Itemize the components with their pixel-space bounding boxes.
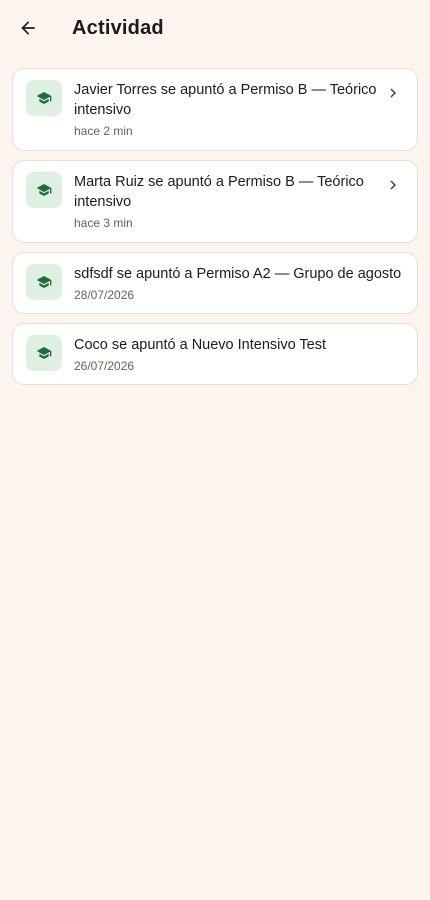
activity-text: Javier Torres se apuntó a Permiso B — Te… [74, 82, 377, 118]
graduation-cap-icon [36, 347, 52, 359]
activity-time: 26/07/2026 [74, 359, 135, 373]
activity-item-3[interactable]: sdfsdf se apuntó a Permiso A2 — Grupo de… [12, 252, 418, 314]
activity-text-block: Coco se apuntó a Nuevo Intensivo Test 26… [74, 335, 405, 374]
arrow-left-icon [21, 21, 35, 35]
activity-avatar [26, 80, 62, 116]
activity-item-4[interactable]: Coco se apuntó a Nuevo Intensivo Test 26… [12, 323, 418, 385]
activity-item-2[interactable]: Marta Ruiz se apuntó a Permiso B — Teóri… [12, 160, 418, 243]
activity-text: Coco se apuntó a Nuevo Intensivo Test [74, 337, 327, 353]
activity-time: 28/07/2026 [74, 288, 135, 302]
graduation-cap-icon [36, 276, 52, 288]
back-button[interactable] [14, 14, 42, 42]
chevron-right-icon [383, 83, 403, 103]
activity-time: hace 2 min [74, 124, 133, 138]
activity-text-block: Javier Torres se apuntó a Permiso B — Te… [74, 80, 381, 139]
activity-text-block: sdfsdf se apuntó a Permiso A2 — Grupo de… [74, 264, 405, 303]
page-title: Actividad [72, 17, 164, 39]
activity-text-block: Marta Ruiz se apuntó a Permiso B — Teóri… [74, 172, 381, 231]
activity-text: sdfsdf se apuntó a Permiso A2 — Grupo de… [74, 266, 402, 282]
activity-text: Marta Ruiz se apuntó a Permiso B — Teóri… [74, 174, 364, 210]
activity-item-1[interactable]: Javier Torres se apuntó a Permiso B — Te… [12, 68, 418, 151]
activity-time: hace 3 min [74, 216, 133, 230]
activity-avatar [26, 264, 62, 300]
graduation-cap-icon [36, 92, 52, 104]
activity-avatar [26, 335, 62, 371]
chevron-right-icon [383, 175, 403, 195]
activity-avatar [26, 172, 62, 208]
app-bar: Actividad [0, 0, 430, 56]
graduation-cap-icon [36, 184, 52, 196]
activity-list: Javier Torres se apuntó a Permiso B — Te… [12, 68, 418, 394]
